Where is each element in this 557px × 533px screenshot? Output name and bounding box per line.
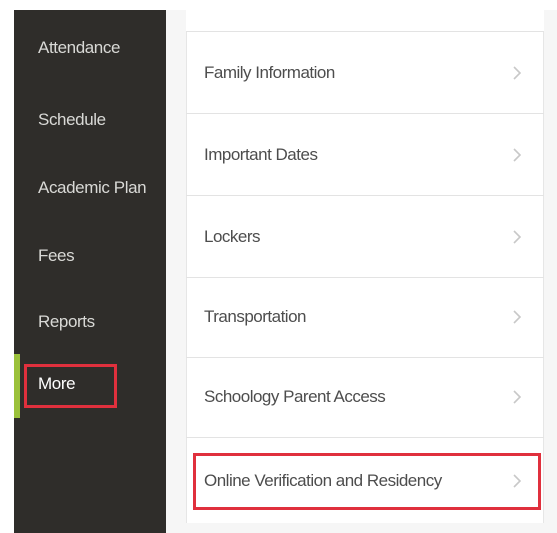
app-frame: Attendance Schedule Academic Plan Fees R…	[0, 0, 557, 533]
chevron-right-icon	[513, 389, 522, 404]
list-item-family-information[interactable]: Family Information	[186, 32, 544, 114]
list-top-edge	[186, 10, 544, 32]
list-item-label: Transportation	[204, 306, 306, 326]
list-item-transportation[interactable]: Transportation	[186, 276, 544, 358]
sidebar-nav	[14, 10, 166, 533]
sidebar-item-fees[interactable]: Fees	[38, 246, 75, 266]
more-highlight-box	[24, 364, 117, 408]
chevron-right-icon	[513, 65, 522, 80]
list-item-label: Important Dates	[204, 144, 318, 164]
list-item-important-dates[interactable]: Important Dates	[186, 114, 544, 196]
list-item-lockers[interactable]: Lockers	[186, 196, 544, 278]
list-item-schoology-parent-access[interactable]: Schoology Parent Access	[186, 356, 544, 438]
active-indicator	[14, 354, 20, 418]
list-item-label: Family Information	[204, 62, 335, 82]
chevron-right-icon	[513, 309, 522, 324]
chevron-right-icon	[513, 147, 522, 162]
list-item-label: Lockers	[204, 226, 261, 246]
online-verification-highlight-box	[193, 453, 541, 510]
list-item-label: Schoology Parent Access	[204, 386, 386, 406]
sidebar-item-reports[interactable]: Reports	[38, 312, 95, 332]
chevron-right-icon	[513, 229, 522, 244]
sidebar-item-schedule[interactable]: Schedule	[38, 110, 106, 130]
sidebar-item-attendance[interactable]: Attendance	[38, 38, 120, 58]
sidebar-item-academic-plan[interactable]: Academic Plan	[38, 178, 147, 198]
